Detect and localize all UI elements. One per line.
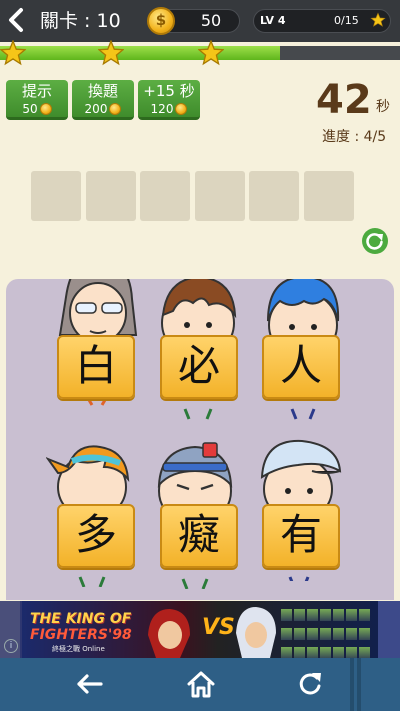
progress-star-icon (0, 40, 26, 66)
answer-slot[interactable] (249, 171, 299, 221)
top-bar: 關卡 : 10 $ 50 LV 4 0/15 (0, 0, 400, 42)
hint-button[interactable]: 提示 50 (6, 80, 68, 120)
player-level-box: LV 4 0/15 (253, 9, 391, 33)
ad-right-edge (378, 601, 400, 658)
ad-subtitle: 終極之戰 Online (52, 645, 105, 653)
timer-unit: 秒 (376, 99, 390, 115)
coin-icon: $ (147, 7, 175, 35)
add-time-button[interactable]: +15 秒 120 (138, 80, 200, 120)
ad-title-line1: THE KING OF (30, 611, 132, 627)
info-icon[interactable]: i (4, 639, 18, 653)
timer-value: 42 (316, 77, 372, 123)
chevron-left-icon (9, 8, 23, 32)
progress-star-icon (98, 40, 124, 66)
answer-slot[interactable] (304, 171, 354, 221)
change-question-label: 換題 (87, 82, 118, 100)
change-question-cost: 200 (84, 102, 108, 116)
coin-counter: $ 50 (147, 7, 240, 35)
progress-star-icon (198, 40, 224, 66)
back-button[interactable] (6, 7, 30, 35)
home-icon (187, 671, 215, 698)
nav-divider (350, 658, 354, 711)
fighter-red-hair-icon (148, 609, 190, 658)
answer-slot[interactable] (195, 171, 245, 221)
arrow-left-icon (77, 674, 103, 694)
reset-answer-button[interactable] (362, 228, 388, 254)
answer-slot[interactable] (31, 171, 81, 221)
coin-icon (39, 103, 52, 115)
hint-label: 提示 (21, 82, 52, 100)
coin-icon (109, 103, 122, 115)
character-card[interactable]: 人 (262, 335, 340, 399)
character-card[interactable]: 癡 (160, 504, 238, 568)
answer-slot[interactable] (86, 171, 136, 221)
question-progress: 進度 : 4/5 (322, 129, 387, 145)
character-card[interactable]: 白 (57, 335, 135, 399)
coin-value: 50 (200, 11, 222, 30)
ad-banner[interactable]: i THE KING OF FIGHTERS'98 終極之戰 Online VS (0, 601, 400, 658)
ad-left-edge: i (0, 601, 20, 658)
player-level: LV 4 (260, 14, 286, 27)
bottom-nav (0, 658, 400, 711)
nav-back-button[interactable] (74, 671, 104, 697)
fighter-white-hair-icon (236, 607, 276, 658)
hint-cost: 50 (22, 102, 38, 116)
xp-value: 0/15 (334, 14, 359, 27)
nav-home-button[interactable] (186, 670, 216, 698)
character-board: 白 必 人 多 癡 有 (6, 279, 394, 600)
ad-title-line2: FIGHTERS'98 (30, 627, 132, 643)
change-question-button[interactable]: 換題 200 (72, 80, 134, 120)
add-time-cost: 120 (150, 102, 174, 116)
refresh-icon (299, 673, 321, 695)
nav-refresh-button[interactable] (296, 670, 324, 698)
refresh-icon (366, 233, 383, 250)
character-card[interactable]: 多 (57, 504, 135, 568)
add-time-label: +15 秒 (143, 82, 195, 100)
stage-progress-fill (0, 46, 280, 60)
ad-character-grid (280, 607, 374, 658)
character-card[interactable]: 有 (262, 504, 340, 568)
answer-slot[interactable] (140, 171, 190, 221)
star-icon (370, 12, 386, 27)
level-label: 關卡 : 10 (40, 10, 121, 32)
character-card[interactable]: 必 (160, 335, 238, 399)
coin-icon (175, 103, 188, 115)
ad-image[interactable]: THE KING OF FIGHTERS'98 終極之戰 Online VS (22, 601, 378, 658)
nav-divider (357, 658, 361, 711)
